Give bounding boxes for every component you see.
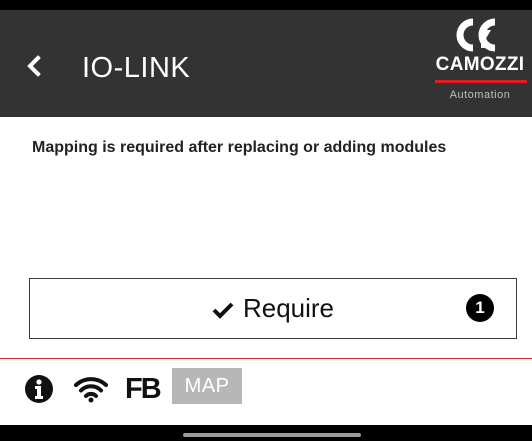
camozzi-mark-icon [456,18,496,52]
require-button[interactable]: Require 1 [29,278,517,339]
logo-brand: CAMOZZI [435,54,525,75]
mapping-message: Mapping is required after replacing or a… [32,139,447,156]
back-button[interactable] [22,46,48,86]
bottom-toolbar: FB MAP [0,359,532,425]
logo-underline [435,80,527,83]
checkmark-icon [212,302,234,319]
require-button-content: Require [30,279,516,338]
main-content: Mapping is required after replacing or a… [0,117,532,358]
fieldbus-button[interactable]: FB [125,372,162,406]
logo-subtitle: Automation [449,89,511,101]
page-title: IO-LINK [82,52,191,84]
system-nav-area [0,425,532,441]
home-indicator[interactable] [183,433,361,437]
app-screen: IO-LINK CAMOZZI Automation Mapping is re… [0,0,532,441]
camozzi-logo: CAMOZZI Automation [430,16,532,112]
info-icon[interactable] [24,374,54,404]
chevron-left-icon [27,55,41,77]
wifi-icon[interactable] [74,375,108,403]
step-badge: 1 [466,294,494,322]
header-bar: IO-LINK CAMOZZI Automation [0,10,532,117]
map-button[interactable]: MAP [172,368,242,404]
require-button-label: Require [242,293,335,323]
